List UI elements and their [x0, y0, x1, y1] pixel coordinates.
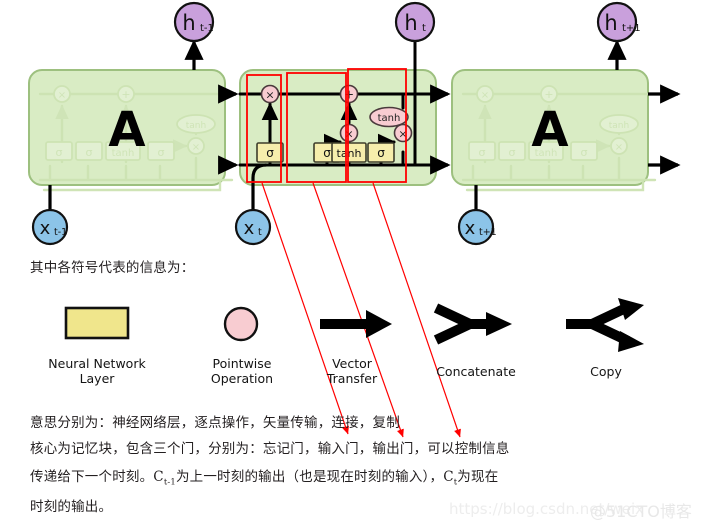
input-nodes: x t-1 x t x t+1 — [31, 208, 497, 246]
legend-label-concatenate: Concatenate — [436, 364, 516, 379]
yellow-rectangle-icon — [64, 306, 130, 340]
legend-label-copy: Copy — [590, 364, 622, 379]
x-node-next-letter: x — [465, 218, 476, 239]
h-node-previous-letter: h — [182, 11, 195, 35]
merge-arrow-icon — [433, 303, 492, 345]
notes-line-4: 时刻的输出。 — [30, 499, 113, 515]
x-node-current-letter: x — [244, 218, 255, 239]
watermark-brand: @51CTO博客 — [590, 502, 692, 521]
lstm-cell-previous: A — [28, 69, 232, 190]
fork-arrow-head-down-icon — [618, 331, 644, 352]
input-stems — [48, 185, 478, 210]
merge-arrow-head-icon — [486, 312, 512, 336]
multiply-symbol-forget: × — [265, 89, 274, 102]
annotation-leader-lines — [261, 182, 461, 438]
legend-label-neural-network-layer: Neural Network Layer — [48, 356, 146, 386]
cell-letter-next: A — [531, 102, 568, 158]
candidate-tanh-label: tanh — [337, 147, 362, 160]
hidden-state-nodes: h t-1 h t h t+1 — [173, 1, 641, 43]
notes-line-3-part-b: 为上一时刻的输出（也是现在时刻的输入），C — [175, 469, 454, 485]
output-gate-sigma-label: σ — [377, 146, 385, 160]
leader-forget-gate — [261, 182, 349, 435]
h-node-next-subscript: t+1 — [622, 23, 641, 34]
hidden-output-risers — [184, 39, 627, 70]
legend-label-pointwise-operation: Pointwise Operation — [210, 356, 274, 386]
notes-line-3-part-c: 为现在 — [457, 469, 499, 485]
notes-line-3-sub-1: t-1 — [163, 476, 176, 487]
h-node-previous-subscript: t-1 — [200, 23, 214, 34]
h-node-next-letter: h — [604, 11, 617, 35]
x-node-current-subscript: t — [258, 227, 262, 238]
fork-arrow-head-up-icon — [618, 298, 644, 320]
cell-letter-previous: A — [108, 102, 145, 158]
x-node-next-subscript: t+1 — [479, 227, 497, 238]
neural-layer-boxes-current: σ σ tanh σ — [256, 142, 395, 163]
legend-label-vector-transfer: Vector Transfer — [326, 356, 378, 386]
pink-circle-icon — [223, 306, 259, 342]
screenshot-root: σ σ tanh σ × + × tanh A — [0, 0, 703, 532]
arrow-right-icon — [320, 310, 392, 338]
legend-icons — [64, 298, 644, 352]
x-node-previous-letter: x — [40, 218, 51, 239]
notes-line-2: 核心为记忆块，包含三个门，分别为：忘记门，输入门，输出门，可以控制信息 — [30, 441, 510, 457]
h-node-current-subscript: t — [422, 23, 426, 34]
h-node-current-letter: h — [404, 11, 417, 35]
notes-line-1: 意思分别为：神经网络层，逐点操作，矢量传输，连接，复制 — [30, 415, 400, 431]
input-gate-sigma-label: σ — [323, 146, 331, 160]
cell-tanh-label: tanh — [378, 113, 401, 124]
x-node-previous-subscript: t-1 — [54, 227, 67, 238]
leader-input-gate — [312, 182, 404, 438]
notes-line-3: 传递给下一个时刻。Ct-1为上一时刻的输出（也是现在时刻的输入），Ct为现在 — [30, 465, 498, 487]
intro-line: 其中各符号代表的信息为： — [30, 260, 195, 276]
lstm-cell-next: A — [451, 69, 655, 190]
fork-arrow-icon — [566, 302, 631, 346]
forget-gate-sigma-label: σ — [266, 146, 274, 160]
notes-line-3-part-a: 传递给下一个时刻。C — [30, 469, 164, 485]
